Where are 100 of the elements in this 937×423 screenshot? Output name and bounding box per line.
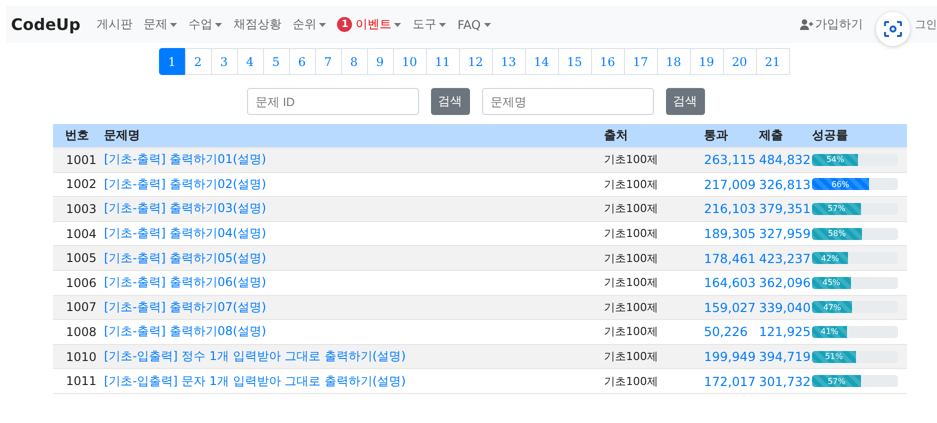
problem-link[interactable]: [기초-출력] 출력하기03(설명): [100, 200, 600, 218]
submitted-count[interactable]: 423,237: [755, 250, 808, 266]
source-cell-text: 기초100제: [603, 324, 659, 340]
progress-fill: 45%: [812, 276, 851, 289]
submitted-count[interactable]: 394,719: [755, 349, 808, 364]
signup-link[interactable]: 가입하기: [800, 16, 863, 33]
progress-fill: 57%: [812, 202, 862, 215]
problem-link[interactable]: [기초-입출력] 문자 1개 입력받아 그대로 출력하기(설명): [100, 372, 600, 390]
problem-id: 1004: [65, 226, 98, 241]
submitted-count[interactable]: 121,925: [755, 324, 808, 340]
source-cell-text: 기초100제: [603, 374, 659, 389]
page-link[interactable]: 5: [262, 48, 290, 75]
submitted-count[interactable]: 379,351: [755, 201, 808, 216]
source-cell-text: 기초100제: [603, 349, 659, 364]
page-link[interactable]: 12: [458, 48, 492, 75]
passed-count[interactable]: 189,305: [700, 226, 755, 242]
passed-count[interactable]: 199,949: [700, 349, 755, 364]
passed-count[interactable]: 172,017: [700, 374, 755, 389]
page-link[interactable]: 6: [288, 48, 316, 75]
progress-fill: 66%: [812, 178, 869, 190]
problem-id: 1010: [65, 350, 98, 364]
count-badge: 1: [337, 17, 352, 32]
problem-link[interactable]: [기초-출력] 출력하기07(설명): [100, 298, 600, 316]
submitted-count[interactable]: 301,732: [755, 374, 808, 389]
problem-link[interactable]: [기초-출력] 출력하기01(설명): [100, 151, 600, 168]
problem-link[interactable]: [기초-출력] 출력하기06(설명): [100, 274, 600, 292]
page-link[interactable]: 3: [210, 48, 238, 75]
problem-link[interactable]: [기초-입출력] 정수 1개 입력받아 그대로 출력하기(설명): [100, 348, 600, 366]
progress-fill: 51%: [812, 350, 856, 363]
progress-fill: 57%: [812, 375, 862, 388]
progress-fill: 58%: [812, 228, 862, 240]
problem-link[interactable]: [기초-출력] 출력하기02(설명): [100, 176, 600, 193]
page-link[interactable]: 18: [656, 48, 690, 75]
nav-item[interactable]: 채점상황: [233, 16, 282, 33]
source-cell-text: 기초100제: [603, 226, 659, 242]
login-link[interactable]: 그인: [915, 17, 937, 32]
submitted-count[interactable]: 327,959: [755, 226, 808, 242]
nav-item[interactable]: FAQ: [457, 18, 491, 32]
page-link[interactable]: 11: [426, 48, 460, 75]
page-link[interactable]: 15: [558, 48, 592, 75]
search-field[interactable]: 문제 ID: [246, 88, 418, 115]
problem-id: 1007: [65, 300, 98, 314]
nav-item[interactable]: 1 이벤트: [337, 16, 402, 33]
submitted-count[interactable]: 484,832: [755, 152, 808, 168]
source-cell-text: 기초100제: [603, 176, 659, 192]
source-cell-text: 기초100제: [603, 300, 659, 315]
passed-count[interactable]: 50,226: [700, 324, 755, 340]
page-link[interactable]: 19: [690, 48, 724, 75]
passed-count[interactable]: 263,115: [700, 152, 755, 168]
submitted-count[interactable]: 362,096: [755, 275, 808, 290]
passed-count[interactable]: 217,009: [700, 176, 755, 192]
nav-item[interactable]: 수업: [188, 16, 222, 33]
page-link[interactable]: 21: [756, 48, 790, 75]
progress-fill: 41%: [812, 326, 848, 338]
passed-count[interactable]: 178,461: [700, 250, 755, 266]
nav-item[interactable]: 도구: [412, 16, 446, 33]
problem-id: 1003: [65, 202, 98, 216]
passed-count[interactable]: 164,603: [700, 275, 755, 290]
page-link[interactable]: 17: [624, 48, 658, 75]
page-link[interactable]: 16: [590, 48, 624, 75]
page-link[interactable]: 14: [524, 48, 558, 75]
page-link[interactable]: 2: [184, 48, 212, 75]
column-header: 번호: [64, 127, 90, 144]
page-link[interactable]: 9: [366, 48, 394, 75]
scan-icon: [884, 21, 902, 37]
page-link[interactable]: 20: [722, 48, 756, 75]
problem-link[interactable]: [기초-출력] 출력하기08(설명): [100, 323, 600, 340]
nav-item[interactable]: 게시판: [96, 16, 132, 33]
problem-id: 1006: [65, 276, 98, 290]
passed-count[interactable]: 216,103: [700, 201, 755, 216]
nav-item[interactable]: 순위: [292, 16, 326, 33]
problem-link[interactable]: [기초-출력] 출력하기04(설명): [100, 225, 600, 242]
user-plus-icon: [800, 19, 814, 30]
problem-id: 1002: [65, 177, 98, 192]
problem-link[interactable]: [기초-출력] 출력하기05(설명): [100, 250, 600, 267]
page-link[interactable]: 4: [236, 48, 264, 75]
progress-fill: 54%: [812, 154, 858, 166]
submitted-count[interactable]: 326,813: [755, 176, 808, 192]
problem-id: 1011: [65, 374, 98, 388]
progress-fill: 42%: [812, 252, 848, 264]
page-link[interactable]: 13: [492, 48, 526, 75]
search-button[interactable]: 검색: [430, 88, 470, 115]
source-cell-text: 기초100제: [603, 250, 659, 266]
search-button[interactable]: 검색: [666, 88, 704, 115]
nav-item[interactable]: 문제: [143, 16, 178, 33]
column-header: 성공률: [811, 127, 849, 144]
passed-count[interactable]: 159,027: [700, 300, 755, 315]
search-field[interactable]: 문제명: [482, 88, 654, 115]
page-link[interactable]: 10: [392, 48, 426, 75]
source-cell-text: 기초100제: [603, 275, 659, 290]
submitted-count[interactable]: 339,040: [755, 300, 808, 315]
column-header: 문제명: [103, 127, 141, 144]
brand-logo[interactable]: CodeUp: [11, 15, 80, 34]
page-link[interactable]: 8: [340, 48, 368, 75]
page-link[interactable]: 7: [314, 48, 342, 75]
problem-id: 1001: [65, 152, 98, 167]
problem-id: 1008: [65, 324, 98, 339]
page-link[interactable]: 1: [158, 48, 186, 75]
column-header: 출처: [603, 127, 629, 144]
column-header: 통과: [703, 127, 729, 144]
